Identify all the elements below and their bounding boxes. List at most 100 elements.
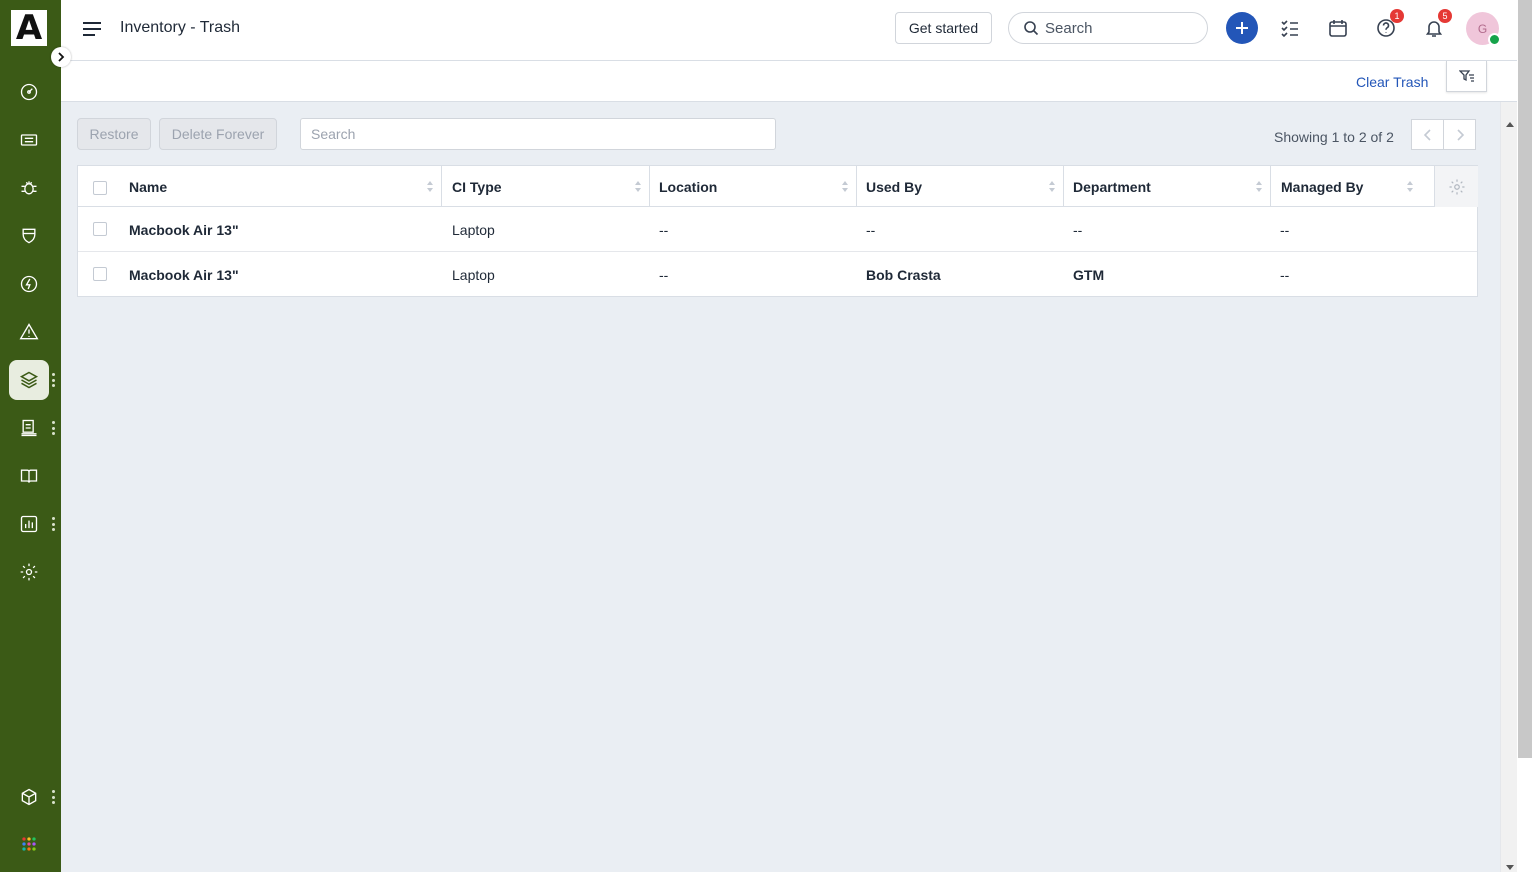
scroll-down-arrow-icon[interactable]: [1506, 865, 1514, 870]
content-scrollbar[interactable]: [1500, 102, 1517, 872]
sidebar-item-problems[interactable]: [9, 168, 49, 208]
column-location-label: Location: [659, 178, 718, 195]
sidebar: A: [0, 0, 61, 872]
sidebar-item-dashboard[interactable]: [9, 72, 49, 112]
column-managed-by-label: Managed By: [1281, 178, 1364, 195]
calendar-button[interactable]: [1326, 16, 1350, 40]
tasks-button[interactable]: [1278, 16, 1302, 40]
pagination-summary: Showing 1 to 2 of 2: [1274, 129, 1394, 145]
checklist-icon: [1281, 20, 1298, 38]
row-checkbox[interactable]: [93, 267, 107, 281]
add-new-button[interactable]: [1226, 12, 1258, 44]
cube-icon: [21, 788, 37, 806]
cell-managed-by: --: [1280, 221, 1290, 238]
sort-icon: [1256, 181, 1262, 192]
assets-more-dots[interactable]: [50, 790, 56, 804]
filter-button[interactable]: [1446, 61, 1487, 92]
gauge-icon: [20, 83, 38, 101]
sidebar-item-alerts[interactable]: [9, 312, 49, 352]
document-stack-icon: [21, 419, 37, 437]
notifications-button[interactable]: 5: [1422, 9, 1452, 40]
sidebar-item-apps[interactable]: [9, 824, 49, 864]
global-search-input[interactable]: Search: [1008, 12, 1208, 44]
list-search-input[interactable]: [300, 118, 776, 150]
cell-managed-by: --: [1280, 266, 1290, 283]
bug-icon: [21, 181, 37, 195]
next-page-button[interactable]: [1443, 119, 1476, 150]
global-search-placeholder: Search: [1045, 19, 1093, 37]
shield-icon: [22, 228, 36, 244]
delete-forever-button[interactable]: Delete Forever: [159, 118, 277, 150]
gear-icon: [20, 563, 38, 581]
table-row[interactable]: Macbook Air 13" Laptop -- -- -- --: [78, 207, 1477, 252]
notifications-badge: 5: [1438, 9, 1452, 23]
sidebar-item-inventory[interactable]: [9, 360, 49, 400]
cell-ci-type: Laptop: [452, 266, 495, 283]
app-logo[interactable]: A: [11, 10, 47, 46]
sidebar-item-tickets[interactable]: [9, 120, 49, 160]
column-used-by-label: Used By: [866, 178, 923, 195]
filter-icon: [1458, 70, 1474, 82]
sidebar-item-reports[interactable]: [9, 504, 49, 544]
bar-chart-icon: [20, 515, 38, 533]
chevron-left-icon: [1423, 128, 1431, 141]
help-badge: 1: [1390, 9, 1404, 23]
page-scrollbar[interactable]: [1517, 0, 1535, 872]
hamburger-menu-button[interactable]: [81, 18, 103, 40]
scroll-up-arrow-icon[interactable]: [1506, 122, 1514, 127]
cell-name[interactable]: Macbook Air 13": [129, 252, 239, 297]
top-header: Inventory - Trash Get started Search 1 5…: [61, 0, 1517, 61]
cell-used-by: --: [866, 221, 876, 238]
reports-more-dots[interactable]: [50, 517, 56, 531]
row-checkbox[interactable]: [93, 222, 107, 236]
chevron-right-icon: [58, 52, 65, 62]
clear-trash-link[interactable]: Clear Trash: [1356, 74, 1428, 90]
sidebar-item-purchases[interactable]: [9, 408, 49, 448]
table-header: Name CI Type Location Used By Department…: [78, 166, 1478, 207]
column-department-label: Department: [1073, 178, 1151, 195]
cell-department: --: [1073, 221, 1083, 238]
sub-toolbar: Clear Trash: [61, 61, 1517, 102]
cell-department: GTM: [1073, 266, 1105, 283]
layers-icon: [19, 371, 39, 389]
page-title: Inventory - Trash: [120, 19, 241, 36]
sidebar-item-changes[interactable]: [9, 216, 49, 256]
column-header-used-by[interactable]: Used By: [856, 166, 1063, 207]
restore-button[interactable]: Restore: [77, 118, 151, 150]
select-all-checkbox[interactable]: [93, 181, 107, 195]
sidebar-item-releases[interactable]: [9, 264, 49, 304]
column-header-location[interactable]: Location: [649, 166, 856, 207]
sort-icon: [635, 181, 641, 192]
search-icon: [1024, 21, 1039, 36]
table-row[interactable]: Macbook Air 13" Laptop -- Bob Crasta GTM…: [78, 252, 1477, 297]
column-header-department[interactable]: Department: [1063, 166, 1270, 207]
cell-used-by[interactable]: Bob Crasta: [866, 252, 941, 297]
chevron-right-icon: [1456, 128, 1464, 141]
page-scrollbar-thumb[interactable]: [1518, 0, 1532, 758]
column-header-managed-by[interactable]: Managed By: [1271, 166, 1421, 207]
sidebar-item-knowledge[interactable]: [9, 456, 49, 496]
column-ci-type-label: CI Type: [452, 178, 502, 195]
column-settings-button[interactable]: [1434, 166, 1478, 207]
cell-location: --: [659, 266, 669, 283]
inventory-more-dots[interactable]: [50, 373, 56, 387]
column-header-ci-type[interactable]: CI Type: [442, 166, 649, 207]
warning-icon: [19, 323, 39, 340]
prev-page-button[interactable]: [1411, 119, 1444, 150]
cell-name[interactable]: Macbook Air 13": [129, 207, 239, 252]
column-header-name[interactable]: Name: [119, 166, 441, 207]
get-started-button[interactable]: Get started: [895, 12, 992, 44]
sort-icon: [427, 181, 433, 192]
help-button[interactable]: 1: [1374, 9, 1404, 40]
book-icon: [20, 469, 38, 483]
trash-table: Name CI Type Location Used By Department…: [77, 165, 1478, 297]
column-name-label: Name: [129, 178, 168, 195]
gear-icon: [1449, 179, 1464, 194]
purchases-more-dots[interactable]: [50, 421, 56, 435]
sidebar-item-assets[interactable]: [9, 777, 49, 817]
sidebar-item-settings[interactable]: [9, 552, 49, 592]
logo-letter: A: [15, 8, 43, 48]
sidebar-expand-toggle[interactable]: [51, 47, 71, 67]
calendar-icon: [1329, 20, 1347, 37]
sort-icon: [1407, 181, 1413, 192]
